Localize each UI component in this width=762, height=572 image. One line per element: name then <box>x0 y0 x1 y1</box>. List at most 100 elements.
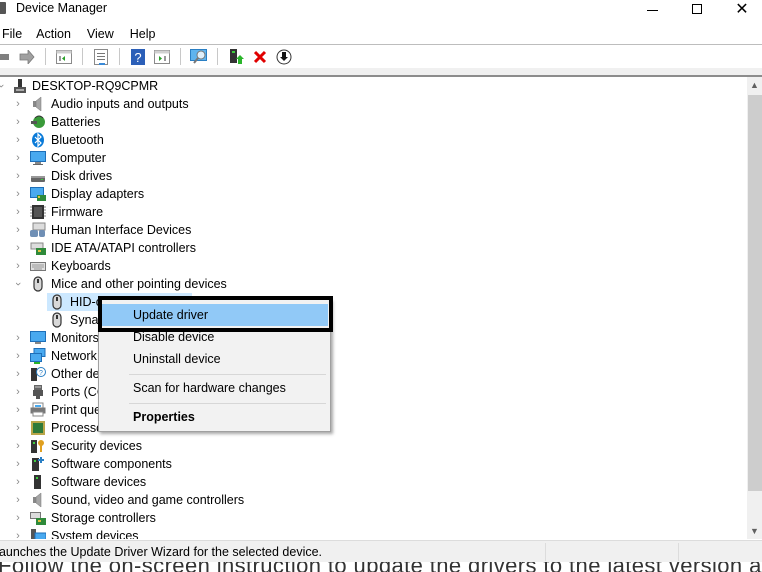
maximize-button[interactable] <box>677 0 717 18</box>
tree-item[interactable]: › Human Interface Devices <box>0 221 747 239</box>
window-title: Device Manager <box>16 1 108 15</box>
status-text: Launches the Update Driver Wizard for th… <box>0 545 323 559</box>
tree-item[interactable]: › Software devices <box>0 473 747 491</box>
help-icon: ? <box>131 48 145 65</box>
tree-item[interactable]: › IDE ATA/ATAPI controllers <box>0 239 747 257</box>
scroll-up-button[interactable]: ▲ <box>747 77 762 93</box>
expand-caret-icon[interactable]: › <box>13 419 23 437</box>
context-menu-uninstall-device[interactable]: Uninstall device <box>101 348 328 370</box>
scan-hardware-button[interactable] <box>190 48 208 66</box>
minimize-button[interactable] <box>632 0 672 18</box>
tree-item[interactable]: › Display adapters <box>0 185 747 203</box>
device-manager-app-icon <box>0 2 6 14</box>
tree-root[interactable]: › DESKTOP-RQ9CPMR <box>0 77 747 95</box>
system-device-icon <box>31 529 46 539</box>
tree-item[interactable]: › Disk drives <box>0 167 747 185</box>
tree-item[interactable]: › Computer <box>0 149 747 167</box>
show-action-pane-button[interactable] <box>153 48 171 66</box>
update-driver-button[interactable] <box>227 48 245 66</box>
menu-help[interactable]: Help <box>122 27 164 41</box>
toolbar: ? <box>0 45 762 68</box>
tree-item-label: Sound, video and game controllers <box>51 493 245 507</box>
tree-item[interactable]: › System devices <box>0 527 747 539</box>
show-hide-console-tree-button[interactable] <box>55 48 73 66</box>
svg-text:?: ? <box>39 370 43 377</box>
expand-caret-icon[interactable]: › <box>13 185 23 203</box>
software-device-icon <box>34 475 41 489</box>
tree-item-label: Storage controllers <box>51 511 156 525</box>
expand-caret-icon[interactable]: › <box>13 509 23 527</box>
back-arrow-icon <box>0 53 9 60</box>
properties-button[interactable] <box>92 48 110 66</box>
help-button[interactable]: ? <box>129 48 147 66</box>
expand-caret-icon[interactable]: › <box>13 329 23 347</box>
disable-device-button[interactable] <box>275 48 293 66</box>
tree-item[interactable]: › Batteries <box>0 113 747 131</box>
caption-strip: Follow the on-screen instruction to upda… <box>0 562 762 572</box>
tree-item-label: Firmware <box>51 205 104 219</box>
close-button[interactable]: ✕ <box>722 0 762 18</box>
scrollbar-thumb[interactable] <box>748 95 762 491</box>
uninstall-device-button[interactable] <box>251 48 269 66</box>
expand-caret-icon[interactable]: › <box>13 383 23 401</box>
expand-caret-icon[interactable]: › <box>13 455 23 473</box>
tree-item-label: System devices <box>51 529 139 539</box>
display-adapter-icon <box>30 187 46 201</box>
network-icon <box>30 348 46 364</box>
collapse-caret-icon[interactable]: › <box>0 81 10 91</box>
back-button[interactable] <box>0 48 12 66</box>
context-menu-scan-hardware[interactable]: Scan for hardware changes <box>101 377 328 399</box>
tree-item-label: Human Interface Devices <box>51 223 192 237</box>
expand-caret-icon[interactable]: › <box>13 257 23 275</box>
scroll-down-button[interactable]: ▼ <box>747 523 762 539</box>
expand-caret-icon[interactable]: › <box>13 95 23 113</box>
expand-caret-icon[interactable]: › <box>13 473 23 491</box>
forward-button[interactable] <box>18 48 36 66</box>
expand-caret-icon[interactable]: › <box>13 131 23 149</box>
context-menu: Update driver Disable device Uninstall d… <box>98 299 331 432</box>
expand-caret-icon[interactable]: › <box>13 149 23 167</box>
menu-bar: File Action View Help <box>0 24 762 44</box>
tree-item[interactable]: › Software components <box>0 455 747 473</box>
expand-caret-icon[interactable]: › <box>13 401 23 419</box>
tree-item-label: Bluetooth <box>51 133 104 147</box>
tree-item[interactable]: › Firmware <box>0 203 747 221</box>
context-menu-update-driver[interactable]: Update driver <box>101 304 328 326</box>
context-menu-disable-device[interactable]: Disable device <box>101 326 328 348</box>
expand-caret-icon[interactable]: › <box>13 437 23 455</box>
mouse-icon <box>52 294 62 310</box>
vertical-scrollbar[interactable]: ▲ ▼ <box>747 77 762 539</box>
menu-action[interactable]: Action <box>28 27 79 41</box>
expand-caret-icon[interactable]: › <box>13 203 23 221</box>
expand-caret-icon[interactable]: › <box>13 347 23 365</box>
toolbar-separator <box>119 48 120 65</box>
close-icon: ✕ <box>735 1 749 18</box>
bluetooth-icon <box>32 132 44 148</box>
firmware-icon <box>30 205 46 219</box>
expand-caret-icon[interactable]: › <box>13 221 23 239</box>
expand-caret-icon[interactable]: › <box>13 365 23 383</box>
expand-caret-icon[interactable]: › <box>13 491 23 509</box>
tree-item[interactable]: › Bluetooth <box>0 131 747 149</box>
collapse-caret-icon[interactable]: › <box>9 279 27 289</box>
context-menu-properties[interactable]: Properties <box>101 406 328 428</box>
expand-caret-icon[interactable]: › <box>13 113 23 131</box>
expand-caret-icon[interactable]: › <box>13 167 23 185</box>
tree-item-label: Computer <box>51 151 106 165</box>
console-tree-icon <box>56 49 72 64</box>
computer-icon <box>30 151 46 165</box>
toolbar-separator <box>217 48 218 65</box>
tree-item[interactable]: › Sound, video and game controllers <box>0 491 747 509</box>
expand-caret-icon[interactable]: › <box>13 239 23 257</box>
tree-item[interactable]: › Mice and other pointing devices <box>0 275 747 293</box>
tree-item-label: Software devices <box>51 475 147 489</box>
tree-item[interactable]: › Security devices <box>0 437 747 455</box>
chevron-up-icon: ▲ <box>750 80 759 90</box>
tree-item[interactable]: › Audio inputs and outputs <box>0 95 747 113</box>
menu-file[interactable]: File <box>0 27 30 41</box>
tree-item[interactable]: › Keyboards <box>0 257 747 275</box>
menu-view[interactable]: View <box>79 27 122 41</box>
expand-caret-icon[interactable]: › <box>13 527 23 539</box>
mouse-icon <box>33 276 43 292</box>
tree-item[interactable]: › Storage controllers <box>0 509 747 527</box>
